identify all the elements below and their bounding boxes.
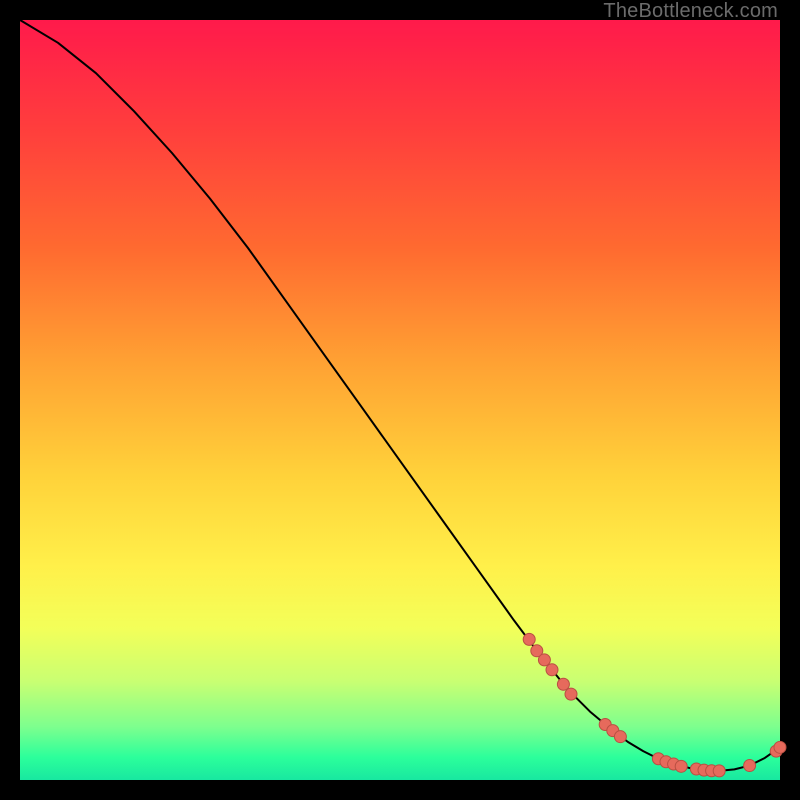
data-marker (565, 688, 577, 700)
data-marker (614, 731, 626, 743)
data-marker (546, 664, 558, 676)
chart-stage: TheBottleneck.com (0, 0, 800, 800)
data-marker (675, 760, 687, 772)
data-marker (713, 765, 725, 777)
bottleneck-curve (20, 20, 780, 771)
data-marker (538, 654, 550, 666)
chart-svg (20, 20, 780, 780)
attribution-text: TheBottleneck.com (603, 0, 778, 22)
data-marker (744, 760, 756, 772)
data-marker (523, 633, 535, 645)
data-marker (774, 741, 786, 753)
plot-area (20, 20, 780, 780)
data-markers (523, 633, 786, 776)
data-marker (557, 678, 569, 690)
